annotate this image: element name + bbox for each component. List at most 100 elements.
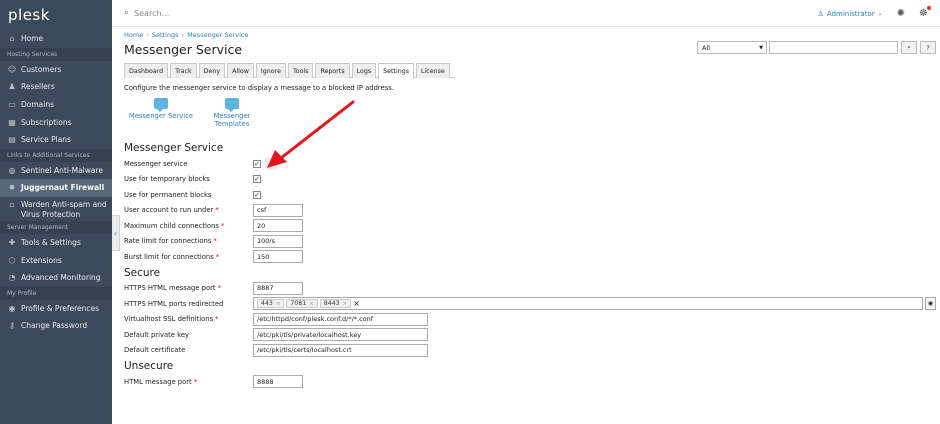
- breadcrumb-separator: ›: [181, 30, 185, 39]
- sidebar-item[interactable]: ✚ Tools & Settings: [0, 234, 112, 252]
- sidebar-item[interactable]: ☺ Customers: [0, 61, 112, 79]
- filter-search-button[interactable]: ⌕: [901, 41, 917, 54]
- domains-icon: ▭: [8, 100, 16, 110]
- field-label: Messenger service: [124, 159, 188, 168]
- text-field[interactable]: /etc/pki/tls/private/localhost.key: [253, 328, 428, 342]
- tab-track[interactable]: Track: [170, 63, 197, 78]
- main-content: Home › Settings › Messenger Service Messenge…: [124, 27, 938, 390]
- tab-dashboard[interactable]: Dashboard: [124, 63, 169, 78]
- sidebar-item[interactable]: ♟ Resellers: [0, 78, 112, 96]
- sidebar-item[interactable]: ▦ Subscriptions: [0, 113, 112, 131]
- profile-icon: ◉: [8, 303, 16, 313]
- plesk-logo[interactable]: plesk: [0, 0, 112, 30]
- sidebar-item[interactable]: ◔ Advanced Monitoring: [0, 269, 112, 287]
- sidebar-item-label: Warden Anti-spam and Virus Protection: [21, 199, 107, 219]
- top-bar: ⌕ ♙ Administrator ⌄ ✺ ☸: [112, 0, 940, 27]
- sidebar-item-label: Sentinel Anti-Malware: [21, 165, 104, 175]
- breadcrumb-link[interactable]: Messenger Service: [187, 31, 248, 39]
- filter-input[interactable]: [769, 41, 898, 54]
- sidebar-item[interactable]: ◉ Profile & Preferences: [0, 300, 112, 318]
- text-field[interactable]: /etc/httpd/conf/plesk.conf.d/*/*.conf: [253, 312, 428, 326]
- nav-section-header: My Profile: [0, 286, 112, 300]
- monitoring-icon: ◔: [8, 273, 16, 283]
- tab-deny[interactable]: Deny: [198, 63, 226, 78]
- text-field[interactable]: 20: [253, 219, 303, 233]
- search-icon: ⌕: [907, 43, 911, 51]
- remove-tag-icon[interactable]: ×: [276, 301, 281, 307]
- form-row: Maximum child connections * 20: [124, 218, 938, 234]
- field-label: Use for permanent blocks: [124, 190, 212, 199]
- required-marker: *: [215, 252, 220, 261]
- tag-options-button[interactable]: ◉: [925, 297, 936, 311]
- list-filter-bar: All ▼ ⌕ ?: [697, 41, 936, 54]
- field-label: Maximum child connections *: [124, 221, 225, 230]
- warden-icon: ▫: [9, 199, 15, 209]
- remove-tag-icon[interactable]: ×: [343, 301, 348, 307]
- tag-input[interactable]: 443 × 7081 × 8443 × ×: [253, 297, 923, 311]
- subscriptions-icon: ▦: [8, 117, 16, 127]
- checkbox[interactable]: ✓: [253, 175, 261, 184]
- form-row: Rate limit for connections * 100/s: [124, 234, 938, 250]
- shortcut-label: Messenger: [213, 112, 251, 120]
- tab-ignore[interactable]: Ignore: [255, 63, 286, 78]
- sidebar-item[interactable]: ▤ Service Plans: [0, 131, 112, 149]
- sidebar-item[interactable]: ⚷ Change Password: [0, 317, 112, 335]
- form-row: Use for temporary blocks ✓: [124, 172, 938, 188]
- breadcrumb-link[interactable]: Home: [124, 31, 143, 39]
- breadcrumb-link[interactable]: Settings: [152, 31, 179, 39]
- section-title-unsecure: Unsecure: [124, 360, 174, 372]
- filter-select[interactable]: All ▼: [697, 41, 767, 54]
- field-label: Rate limit for connections *: [124, 237, 217, 246]
- sidebar: plesk ⌂ Home Hosting Services ☺ Customers ♟ Re…: [0, 0, 112, 424]
- help-icon[interactable]: ☸: [919, 6, 931, 19]
- bug-report-icon[interactable]: ✺: [897, 8, 905, 19]
- sidebar-item[interactable]: ⬡ Extensions: [0, 251, 112, 269]
- search-icon: ⌕: [124, 8, 130, 18]
- tab-settings[interactable]: Settings: [378, 63, 414, 79]
- sidebar-collapse-toggle[interactable]: ‹: [112, 215, 120, 251]
- text-field[interactable]: 100/s: [253, 234, 303, 248]
- tab-logs[interactable]: Logs: [351, 63, 377, 78]
- sentinel-icon: ◍: [8, 165, 16, 175]
- form-row: Messenger service ✓: [124, 156, 938, 172]
- clear-tags-icon[interactable]: ×: [353, 299, 360, 308]
- tag-chip[interactable]: 8443 ×: [319, 299, 352, 309]
- sidebar-item-label: Resellers: [21, 82, 55, 92]
- breadcrumb-separator: ›: [146, 30, 149, 39]
- checkbox[interactable]: ✓: [253, 190, 261, 199]
- tag-chip[interactable]: 7081 ×: [286, 299, 318, 309]
- tag-chip[interactable]: 443 ×: [257, 299, 285, 309]
- tab-allow[interactable]: Allow: [227, 63, 254, 78]
- sidebar-item-label: Service Plans: [21, 135, 71, 145]
- text-field[interactable]: /etc/pki/tls/certs/localhost.crt: [253, 343, 428, 357]
- red-arrow-annotation: [267, 100, 355, 168]
- filter-help-button[interactable]: ?: [920, 41, 936, 54]
- text-field[interactable]: 150: [253, 250, 303, 264]
- sidebar-item[interactable]: ▫ Warden Anti-spam and Virus Protection: [0, 197, 112, 221]
- tab-license[interactable]: License: [415, 63, 450, 78]
- form-row: Default certificate/etc/pki/tls/certs/lo…: [124, 343, 938, 359]
- nav-section-header: Hosting Services: [0, 47, 112, 61]
- required-marker: *: [220, 221, 225, 230]
- shortcut-label: Templates: [214, 120, 250, 128]
- sidebar-item[interactable]: ✸ Juggernaut Firewall: [0, 179, 112, 197]
- required-marker: *: [215, 206, 219, 215]
- extensions-icon: ⬡: [8, 255, 16, 265]
- sidebar-item[interactable]: ▭ Domains: [0, 96, 112, 114]
- text-field[interactable]: 8887: [253, 281, 303, 295]
- tab-tools[interactable]: Tools: [287, 63, 314, 78]
- remove-tag-icon[interactable]: ×: [309, 301, 314, 307]
- text-field[interactable]: 8888: [253, 375, 303, 389]
- user-menu[interactable]: ♙ Administrator ⌄: [818, 10, 883, 18]
- home-icon: ⌂: [9, 34, 15, 44]
- section-title-secure: Secure: [124, 266, 161, 279]
- global-search-input[interactable]: [134, 8, 435, 18]
- caret-down-icon: ▼: [759, 44, 763, 51]
- field-label: Burst limit for connections *: [124, 252, 220, 261]
- sidebar-item[interactable]: ⌂ Home: [0, 30, 112, 48]
- text-field[interactable]: csf: [253, 203, 303, 217]
- sidebar-item[interactable]: ◍ Sentinel Anti-Malware: [0, 162, 112, 180]
- shortcut-messenger-service[interactable]: Messenger Service: [125, 98, 197, 138]
- tab-reports[interactable]: Reports: [315, 63, 350, 78]
- user-icon: ♙: [817, 9, 824, 18]
